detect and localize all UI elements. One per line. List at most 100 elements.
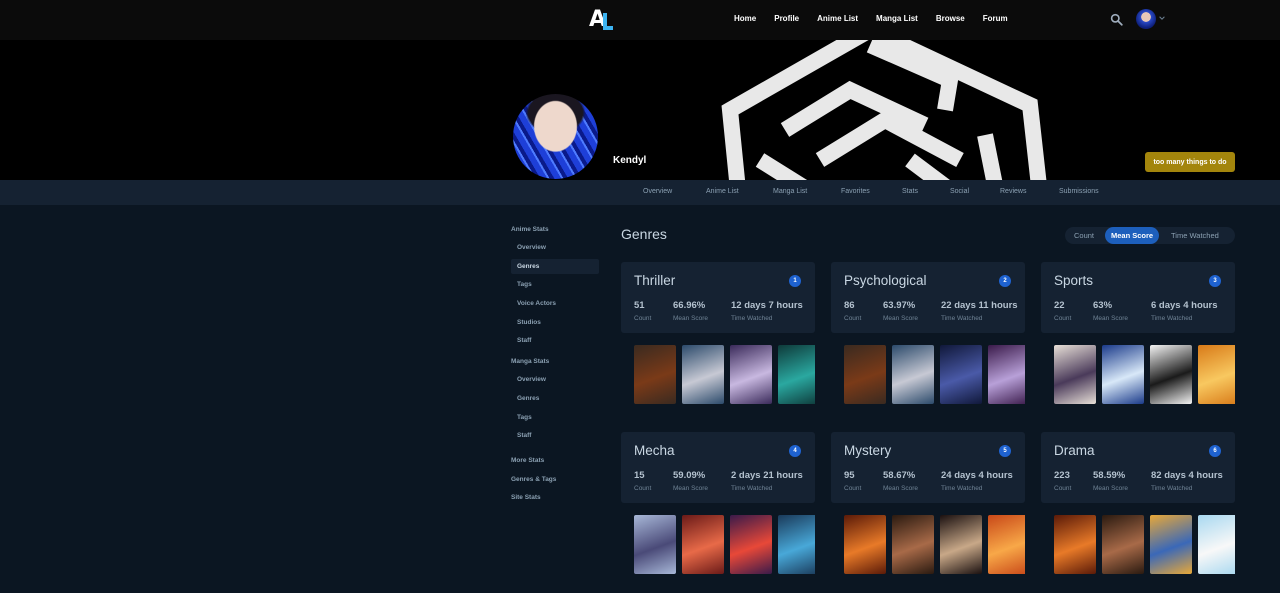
genre-time-stat: 6 days 4 hours Time Watched [1151, 300, 1218, 322]
nav-profile[interactable]: Profile [774, 14, 799, 23]
user-avatar[interactable] [1136, 9, 1156, 29]
nav-forum[interactable]: Forum [983, 14, 1008, 23]
genre-time-watched: 2 days 21 hours [731, 470, 803, 481]
sort-count[interactable]: Count [1074, 227, 1094, 244]
genre-time-watched: 22 days 11 hours [941, 300, 1018, 311]
anime-cover[interactable] [844, 345, 886, 404]
anime-cover[interactable] [634, 345, 676, 404]
anime-cover[interactable] [844, 515, 886, 574]
tab-social[interactable]: Social [950, 188, 969, 195]
sidebar-anime-overview[interactable]: Overview [511, 240, 599, 255]
anime-stats-heading: Anime Stats [511, 226, 549, 233]
status-button[interactable]: too many things to do [1145, 152, 1235, 172]
genre-name[interactable]: Psychological [844, 273, 927, 288]
count-label: Count [634, 315, 652, 322]
genre-mean-stat: 58.67% Mean Score [883, 470, 918, 492]
sort-mean-score[interactable]: Mean Score [1105, 227, 1160, 244]
anime-cover[interactable] [940, 345, 982, 404]
nav-home[interactable]: Home [734, 14, 756, 23]
genre-mean-stat: 63.97% Mean Score [883, 300, 918, 322]
main-nav: Home Profile Anime List Manga List Brows… [734, 14, 1026, 23]
anime-cover[interactable] [682, 515, 724, 574]
anime-cover[interactable] [1150, 515, 1192, 574]
sidebar-anime-voice-actors[interactable]: Voice Actors [511, 296, 599, 311]
mean-score-label: Mean Score [1093, 485, 1129, 492]
genre-name[interactable]: Thriller [634, 273, 675, 288]
sidebar-anime-staff[interactable]: Staff [511, 333, 599, 348]
time-watched-label: Time Watched [941, 485, 983, 492]
mean-score-label: Mean Score [883, 485, 919, 492]
anime-cover[interactable] [778, 515, 815, 574]
sidebar-genres-tags[interactable]: Genres & Tags [511, 476, 556, 483]
genre-card: Thriller 1 51 Count 66.96% Mean Score 12 days … [621, 262, 815, 412]
cover-row [1054, 345, 1235, 404]
nav-anime-list[interactable]: Anime List [817, 14, 858, 23]
anime-cover[interactable] [682, 345, 724, 404]
genre-mean-stat: 66.96% Mean Score [673, 300, 708, 322]
anime-cover[interactable] [634, 515, 676, 574]
genre-count: 15 [634, 470, 645, 481]
mean-score-label: Mean Score [1093, 315, 1129, 322]
cover-row [1054, 515, 1235, 574]
tab-submissions[interactable]: Submissions [1059, 188, 1099, 195]
genre-mean-stat: 59.09% Mean Score [673, 470, 708, 492]
sidebar-manga-overview[interactable]: Overview [511, 372, 599, 387]
genre-name[interactable]: Drama [1054, 443, 1095, 458]
genre-count: 223 [1054, 470, 1070, 481]
genre-mean-score: 63% [1093, 300, 1113, 311]
genre-card-header: Psychological 2 86 Count 63.97% Mean Score 22 … [831, 262, 1025, 333]
anime-cover[interactable] [1198, 515, 1235, 574]
anime-cover[interactable] [988, 515, 1025, 574]
genre-rank-badge: 5 [999, 445, 1011, 457]
genre-time-watched: 24 days 4 hours [941, 470, 1013, 481]
sidebar-anime-genres[interactable]: Genres [511, 259, 599, 274]
nav-browse[interactable]: Browse [936, 14, 965, 23]
tab-overview[interactable]: Overview [643, 188, 672, 195]
sort-time-watched[interactable]: Time Watched [1171, 227, 1219, 244]
count-label: Count [1054, 315, 1072, 322]
genre-name[interactable]: Mystery [844, 443, 891, 458]
anime-cover[interactable] [940, 515, 982, 574]
search-icon[interactable] [1110, 13, 1123, 26]
genre-count-stat: 223 Count [1054, 470, 1071, 492]
anime-cover[interactable] [892, 515, 934, 574]
anime-cover[interactable] [730, 515, 772, 574]
anime-cover[interactable] [1054, 345, 1096, 404]
time-watched-label: Time Watched [731, 485, 773, 492]
genre-count-stat: 51 Count [634, 300, 651, 322]
anime-cover[interactable] [892, 345, 934, 404]
genre-rank-badge: 1 [789, 275, 801, 287]
sidebar-site-stats[interactable]: Site Stats [511, 494, 541, 501]
profile-avatar [513, 94, 598, 179]
nav-manga-list[interactable]: Manga List [876, 14, 918, 23]
anime-cover[interactable] [1102, 345, 1144, 404]
anime-cover[interactable] [778, 345, 815, 404]
anilist-logo[interactable]: A [589, 9, 613, 31]
sidebar-manga-staff[interactable]: Staff [511, 428, 599, 443]
sidebar-manga-tags[interactable]: Tags [511, 410, 599, 425]
tab-favorites[interactable]: Favorites [841, 188, 870, 195]
tab-anime-list[interactable]: Anime List [706, 188, 739, 195]
chevron-down-icon[interactable] [1158, 14, 1166, 22]
anime-cover[interactable] [730, 345, 772, 404]
tab-manga-list[interactable]: Manga List [773, 188, 807, 195]
page-title: Genres [621, 226, 667, 242]
anime-cover[interactable] [1198, 345, 1235, 404]
sidebar-manga-genres[interactable]: Genres [511, 391, 599, 406]
tab-stats[interactable]: Stats [902, 188, 918, 195]
genre-card-header: Mecha 4 15 Count 59.09% Mean Score 2 days 21 h… [621, 432, 815, 503]
sidebar-more-stats[interactable]: More Stats [511, 457, 544, 464]
count-label: Count [634, 485, 652, 492]
anime-cover[interactable] [1102, 515, 1144, 574]
sidebar-anime-studios[interactable]: Studios [511, 315, 599, 330]
genre-name[interactable]: Mecha [634, 443, 675, 458]
anime-cover[interactable] [1054, 515, 1096, 574]
tab-reviews[interactable]: Reviews [1000, 188, 1026, 195]
anime-cover[interactable] [988, 345, 1025, 404]
genre-time-stat: 82 days 4 hours Time Watched [1151, 470, 1223, 492]
sidebar-anime-tags[interactable]: Tags [511, 277, 599, 292]
mean-score-label: Mean Score [883, 315, 919, 322]
anime-cover[interactable] [1150, 345, 1192, 404]
genre-name[interactable]: Sports [1054, 273, 1093, 288]
genre-mean-score: 59.09% [673, 470, 706, 481]
